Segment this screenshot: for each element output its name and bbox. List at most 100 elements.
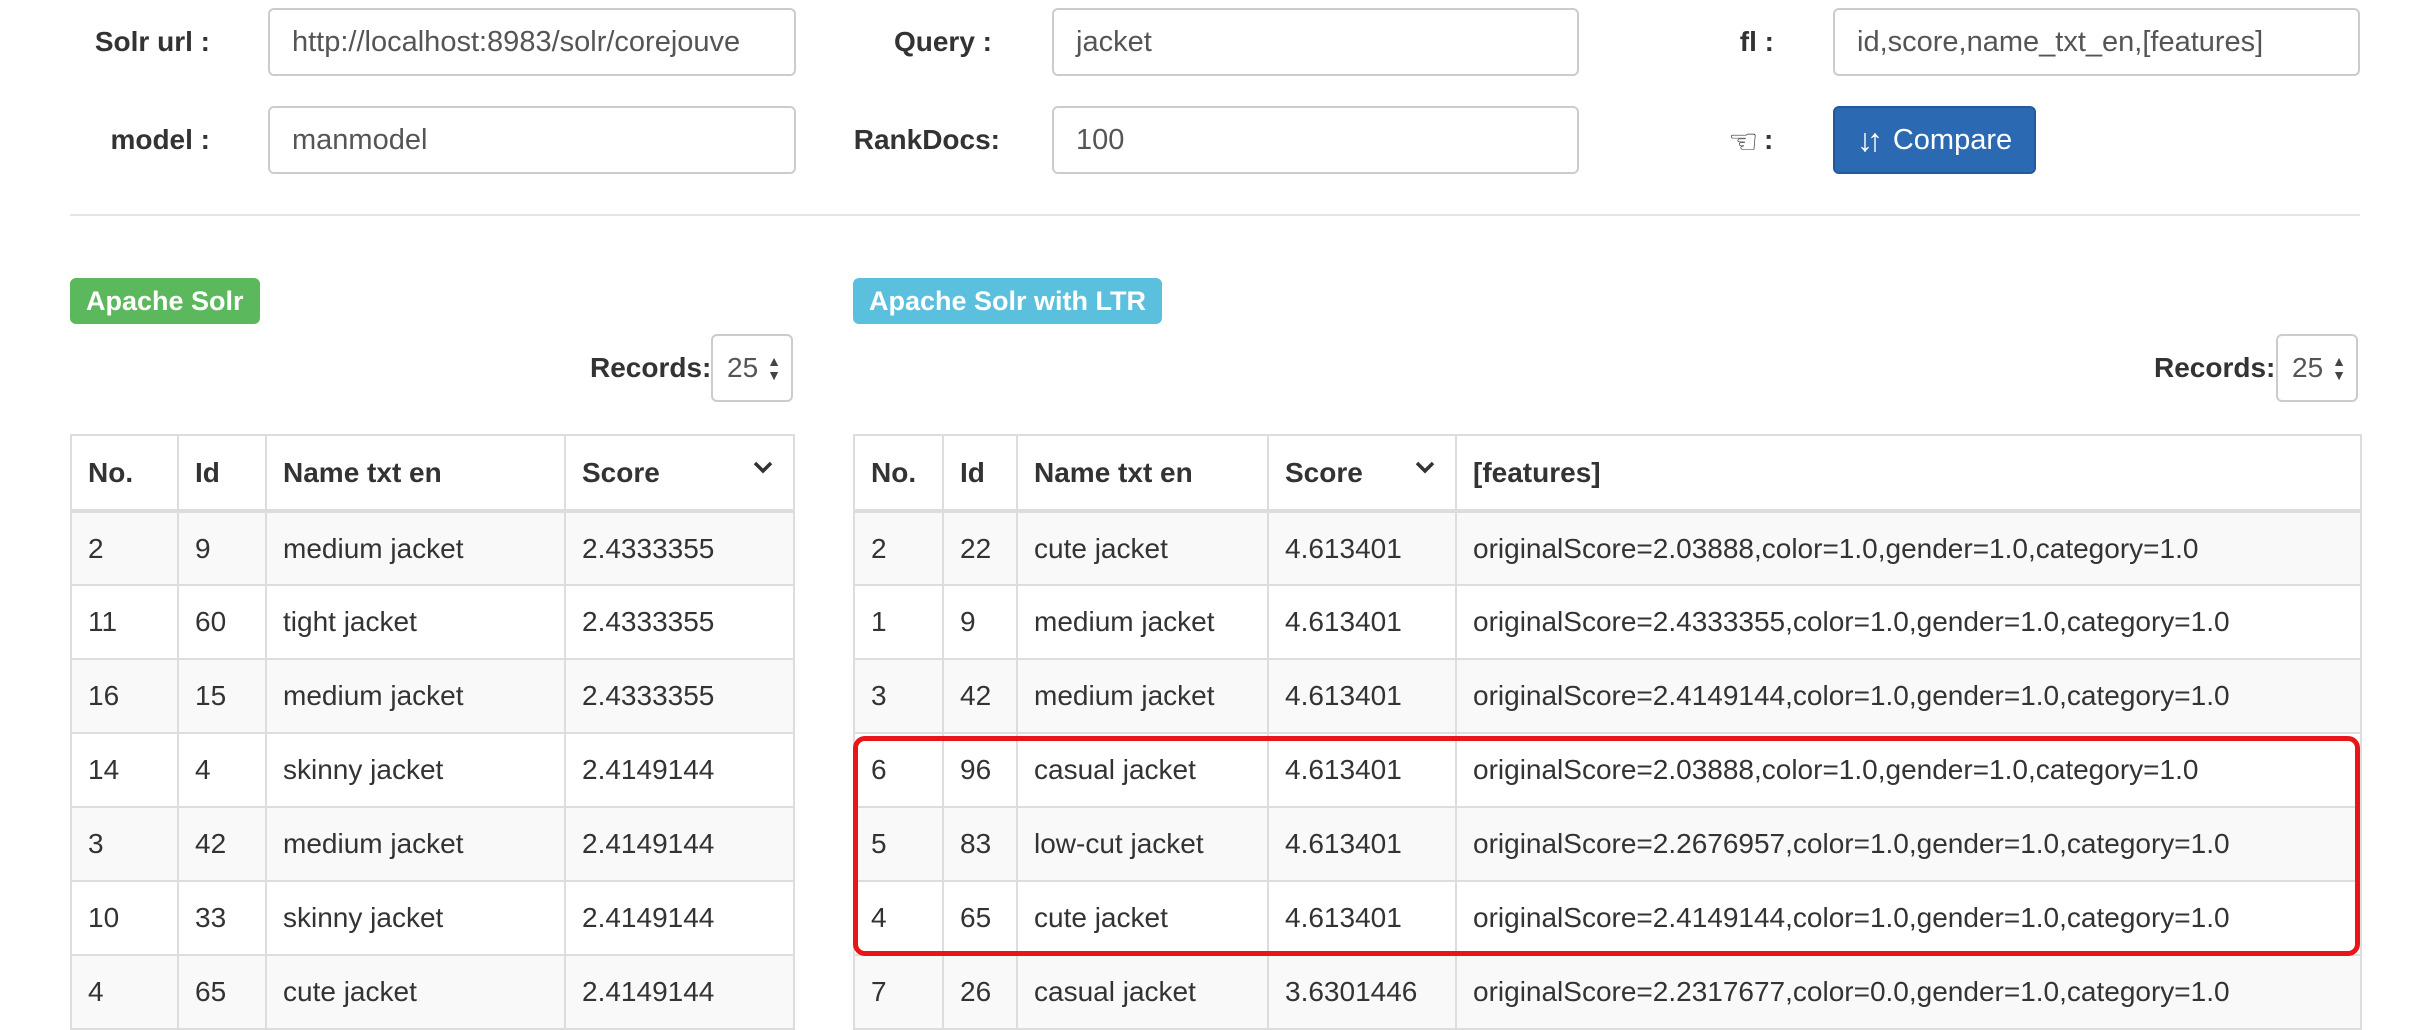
table-cell: 3 bbox=[853, 658, 944, 734]
table-cell: medium jacket bbox=[265, 658, 566, 734]
apache-solr-ltr-badge: Apache Solr with LTR bbox=[853, 278, 1163, 324]
column-header[interactable]: Id bbox=[177, 434, 267, 513]
column-header-label: [features] bbox=[1473, 456, 1601, 488]
table-cell: 2.4149144 bbox=[564, 954, 795, 1030]
form-divider bbox=[70, 214, 2360, 216]
column-header-label: Name txt en bbox=[1034, 456, 1193, 488]
column-header[interactable]: Name txt en bbox=[265, 434, 566, 513]
table-cell: 5 bbox=[853, 806, 944, 882]
table-cell: 2.4333355 bbox=[564, 510, 795, 586]
table-cell: 3.6301446 bbox=[1267, 954, 1457, 1030]
table-row: 2 22 cute jacket 4.613401 originalScore=2.03… bbox=[853, 510, 2362, 586]
table-cell: 42 bbox=[942, 658, 1018, 734]
table-cell: 4 bbox=[853, 880, 944, 956]
column-header-label: Score bbox=[582, 456, 660, 488]
select-arrows-icon: ▲ ▼ bbox=[767, 353, 781, 383]
table-row: 16 15 medium jacket 2.4333355 bbox=[70, 658, 795, 734]
column-header-label: No. bbox=[88, 456, 134, 488]
table-cell: originalScore=2.4333355,color=1.0,gender… bbox=[1455, 584, 2362, 660]
table-cell: 2.4149144 bbox=[564, 806, 795, 882]
chevron-down-icon bbox=[1415, 461, 1435, 474]
sort-arrows-icon: ↓↑ bbox=[1856, 121, 1883, 158]
right-records-select[interactable]: 25 ▲ ▼ bbox=[2276, 334, 2358, 402]
table-header-row: No. Id Name txt en Score bbox=[70, 434, 795, 513]
table-cell: originalScore=2.2676957,color=1.0,gender… bbox=[1455, 806, 2362, 882]
rankdocs-input[interactable]: 100 bbox=[1052, 106, 1579, 174]
chevron-down-icon bbox=[753, 461, 773, 474]
table-cell: 9 bbox=[177, 510, 267, 586]
table-cell: casual jacket bbox=[1016, 954, 1269, 1030]
column-header[interactable]: No. bbox=[853, 434, 944, 513]
table-cell: cute jacket bbox=[1016, 510, 1269, 586]
right-records-label: Records: bbox=[2154, 352, 2276, 383]
table-cell: 4.613401 bbox=[1267, 806, 1457, 882]
table-header-row: No. Id Name txt en Score [features] bbox=[853, 434, 2362, 513]
table-cell: 42 bbox=[177, 806, 267, 882]
table-cell: 2.4333355 bbox=[564, 584, 795, 660]
column-header[interactable]: Score bbox=[1267, 434, 1457, 513]
left-records-label: Records: bbox=[590, 352, 712, 383]
table-cell: 3 bbox=[70, 806, 179, 882]
table-cell: 6 bbox=[853, 732, 944, 808]
table-row: 3 42 medium jacket 4.613401 originalScore=2.… bbox=[853, 658, 2362, 734]
solr-results-table: No. Id Name txt en Score 2 9 medium jacket 2.4… bbox=[70, 434, 795, 1030]
query-label: Query : bbox=[893, 26, 992, 57]
table-cell: 4.613401 bbox=[1267, 510, 1457, 586]
table-cell: 33 bbox=[177, 880, 267, 956]
model-label: model : bbox=[110, 124, 210, 155]
table-cell: 14 bbox=[70, 732, 179, 808]
column-header[interactable]: [features] bbox=[1455, 434, 2362, 513]
compare-button-label: Compare bbox=[1892, 123, 2013, 156]
column-header-label: Id bbox=[960, 456, 985, 488]
column-header[interactable]: Score bbox=[564, 434, 795, 513]
table-cell: originalScore=2.4149144,color=1.0,gender… bbox=[1455, 658, 2362, 734]
table-cell: casual jacket bbox=[1016, 732, 1269, 808]
table-cell: 11 bbox=[70, 584, 179, 660]
table-cell: medium jacket bbox=[1016, 584, 1269, 660]
table-cell: 9 bbox=[942, 584, 1018, 660]
compare-button[interactable]: ↓↑ Compare bbox=[1833, 106, 2036, 174]
solr-ltr-results-table: No. Id Name txt en Score [features] 2 22 cute … bbox=[853, 434, 2362, 1030]
table-cell: originalScore=2.2317677,color=0.0,gender… bbox=[1455, 954, 2362, 1030]
column-header-label: Name txt en bbox=[283, 456, 442, 488]
table-row: 5 83 low-cut jacket 4.613401 originalScore=2… bbox=[853, 806, 2362, 882]
table-row: 4 65 cute jacket 4.613401 originalScore=2.41… bbox=[853, 880, 2362, 956]
table-cell: cute jacket bbox=[1016, 880, 1269, 956]
column-header[interactable]: Id bbox=[942, 434, 1018, 513]
column-header-label: No. bbox=[871, 456, 917, 488]
table-cell: 2.4149144 bbox=[564, 880, 795, 956]
table-cell: originalScore=2.03888,color=1.0,gender=1… bbox=[1455, 510, 2362, 586]
table-row: 7 26 casual jacket 3.6301446 originalScore=2… bbox=[853, 954, 2362, 1030]
table-row: 11 60 tight jacket 2.4333355 bbox=[70, 584, 795, 660]
column-header[interactable]: Name txt en bbox=[1016, 434, 1269, 513]
table-cell: skinny jacket bbox=[265, 732, 566, 808]
table-cell: 2 bbox=[70, 510, 179, 586]
fl-input[interactable]: id,score,name_txt_en,[features] bbox=[1833, 8, 2360, 76]
table-cell: 4 bbox=[70, 954, 179, 1030]
table-row: 2 9 medium jacket 2.4333355 bbox=[70, 510, 795, 586]
column-header-label: Score bbox=[1285, 456, 1363, 488]
rankdocs-label: RankDocs: bbox=[853, 124, 1000, 155]
table-cell: 7 bbox=[853, 954, 944, 1030]
table-cell: originalScore=2.03888,color=1.0,gender=1… bbox=[1455, 732, 2362, 808]
table-cell: skinny jacket bbox=[265, 880, 566, 956]
table-cell: 2.4149144 bbox=[564, 732, 795, 808]
table-cell: 4 bbox=[177, 732, 267, 808]
table-cell: 65 bbox=[177, 954, 267, 1030]
model-input[interactable]: manmodel bbox=[268, 106, 796, 174]
table-row: 6 96 casual jacket 4.613401 originalScore=2.… bbox=[853, 732, 2362, 808]
left-records-select[interactable]: 25 ▲ ▼ bbox=[711, 334, 793, 402]
query-input[interactable]: jacket bbox=[1052, 8, 1579, 76]
table-row: 3 42 medium jacket 2.4149144 bbox=[70, 806, 795, 882]
table-cell: medium jacket bbox=[265, 806, 566, 882]
column-header[interactable]: No. bbox=[70, 434, 179, 513]
solr-url-label: Solr url : bbox=[94, 26, 210, 57]
table-cell: 15 bbox=[177, 658, 267, 734]
table-cell: 2 bbox=[853, 510, 944, 586]
column-header-label: Id bbox=[195, 456, 220, 488]
right-records-value: 25 bbox=[2292, 352, 2324, 383]
table-cell: 16 bbox=[70, 658, 179, 734]
table-cell: originalScore=2.4149144,color=1.0,gender… bbox=[1455, 880, 2362, 956]
solr-url-input[interactable]: http://localhost:8983/solr/corejouve bbox=[268, 8, 796, 76]
pointing-hand-icon: ☜ bbox=[1728, 123, 1759, 161]
